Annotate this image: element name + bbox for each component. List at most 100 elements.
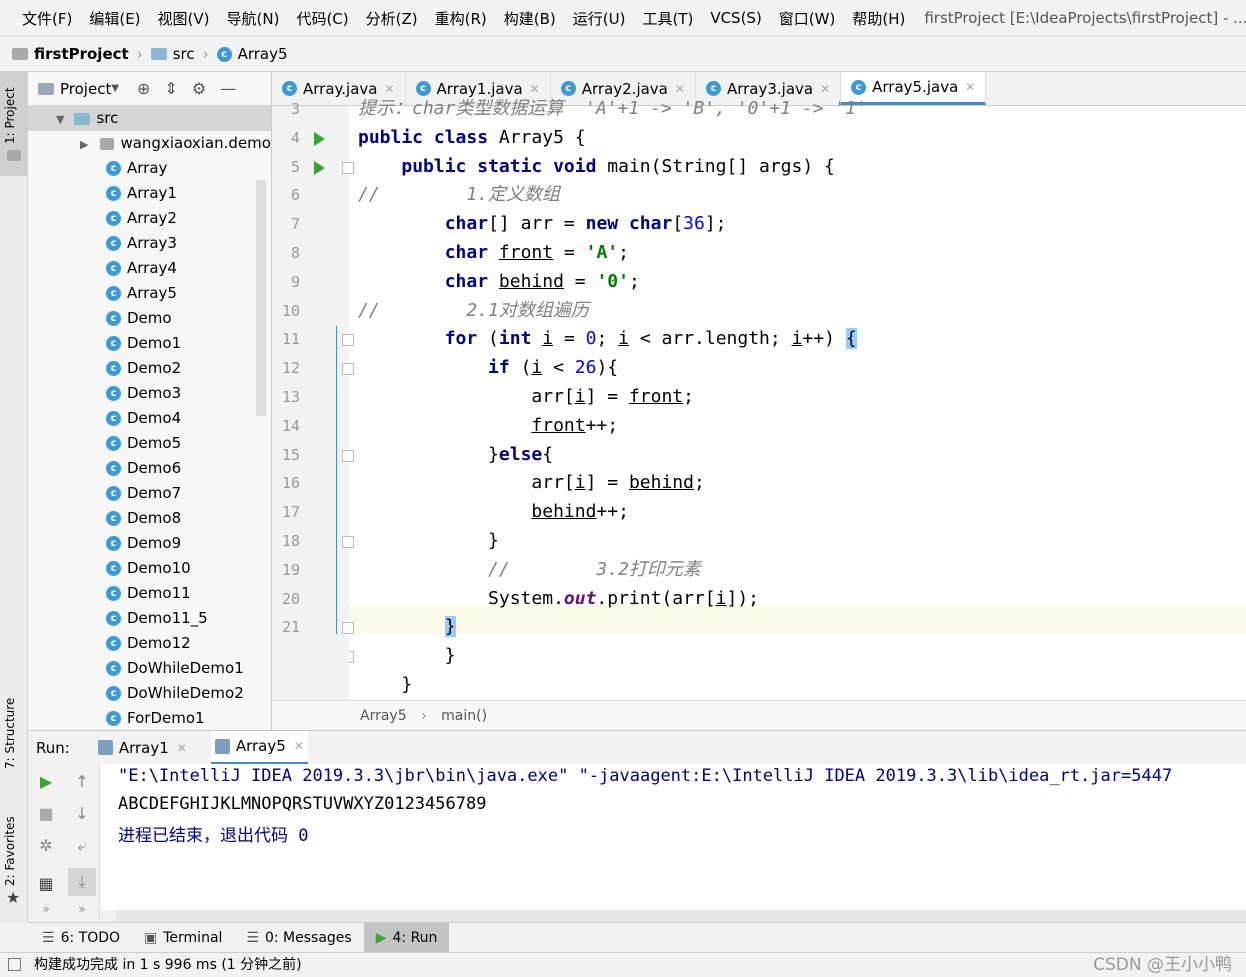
tool-messages[interactable]: ☰ 0: Messages [234,923,363,953]
code-line[interactable]: char behind = '0'; [358,267,640,296]
tree-file-item[interactable]: c Demo4 [28,406,271,431]
breadcrumb-class[interactable]: Array5 [360,708,407,724]
gear-icon[interactable]: ⚙ [192,79,206,98]
menu-refactor[interactable]: 重构(R) [435,8,487,29]
tree-file-item[interactable]: c DoWhileDemo1 [28,656,271,681]
tree-file-item[interactable]: c Demo6 [28,456,271,481]
code-line[interactable]: } [358,526,499,555]
fold-marker-icon[interactable] [342,161,354,174]
menu-window[interactable]: 窗口(W) [779,8,836,29]
tree-file-item[interactable]: c Demo3 [28,381,271,406]
run-gutter-icon[interactable] [314,131,325,146]
code-line[interactable]: arr[i] = behind; [358,468,704,497]
chevron-down-icon[interactable]: ▼ [111,83,119,94]
tree-file-item[interactable]: c Demo12 [28,631,271,656]
more-icon[interactable]: » [72,902,92,922]
close-icon[interactable]: ✕ [177,741,187,755]
tree-file-item[interactable]: c Demo8 [28,506,271,531]
code-line[interactable]: } [358,670,412,699]
code-line[interactable]: char front = 'A'; [358,238,629,267]
tree-file-item[interactable]: c Demo [28,306,271,331]
tool-tab-favorites[interactable]: 2: Favorites [3,814,25,888]
tool-tab-structure[interactable]: 7: Structure [3,694,25,772]
scroll-to-end-icon[interactable]: ⤓ [68,868,96,896]
tree-package[interactable]: ▶ wangxiaoxian.demo [28,131,271,156]
locate-icon[interactable]: ⊕ [137,79,150,98]
stop-icon[interactable]: ■ [36,804,56,824]
menu-help[interactable]: 帮助(H) [852,8,905,29]
nav-project[interactable]: firstProject [34,45,129,63]
tree-file-item[interactable]: c Demo1 [28,331,271,356]
fold-marker-icon[interactable] [342,449,354,462]
arrow-down-icon[interactable]: ↓ [72,804,92,824]
run-tab-array5[interactable]: Array5 [236,737,286,755]
code-line[interactable]: public static void main(String[] args) { [358,152,835,181]
close-icon[interactable]: ✕ [965,80,975,94]
tree-root-src[interactable]: ▼ src [28,106,271,131]
tree-file-item[interactable]: c DoWhileDemo2 [28,681,271,706]
fold-marker-icon[interactable] [342,334,354,347]
tree-file-item[interactable]: c Array [28,156,271,181]
layout-icon[interactable]: ▦ [36,874,56,894]
tree-file-item[interactable]: c Demo2 [28,356,271,381]
code-line[interactable]: }else{ [358,440,553,469]
tree-file-item[interactable]: c Demo5 [28,431,271,456]
arrow-up-icon[interactable]: ↑ [72,772,92,792]
tree-file-item[interactable]: c Demo11 [28,581,271,606]
tree-file-item[interactable]: c Demo11_5 [28,606,271,631]
code-line[interactable]: System.out.print(arr[i]); [358,584,759,613]
tree-file-item[interactable]: c Demo9 [28,531,271,556]
menu-build[interactable]: 构建(B) [504,8,556,29]
code-line[interactable]: } [358,641,456,670]
menu-run[interactable]: 运行(U) [573,8,626,29]
code-line[interactable]: // 3.2打印元素 [358,555,701,584]
fold-marker-icon[interactable] [342,536,354,548]
code-line[interactable]: 提示：char类型数据运算 'A'+1 -> 'B', '0'+1 -> '1' [358,94,867,123]
menu-navigate[interactable]: 导航(N) [227,8,280,29]
code-line[interactable]: } [358,612,456,641]
console-scrollbar[interactable] [116,910,1246,922]
menu-file[interactable]: 文件(F) [22,8,72,29]
menu-vcs[interactable]: VCS(S) [710,9,761,27]
tree-file-item[interactable]: c Array4 [28,256,271,281]
menu-view[interactable]: 视图(V) [158,8,210,29]
minimize-icon[interactable]: — [220,79,236,98]
code-line[interactable]: // 2.1对数组遍历 [358,296,589,325]
code-line[interactable]: // 1.定义数组 [358,180,560,209]
collapse-all-icon[interactable]: ⇕ [164,79,177,98]
menu-edit[interactable]: 编辑(E) [89,8,140,29]
fold-marker-icon[interactable] [342,363,354,376]
tree-file-item[interactable]: c Array1 [28,181,271,206]
scrollbar-thumb[interactable] [256,180,266,416]
project-view-selector[interactable]: Project [60,80,111,98]
menu-analyze[interactable]: 分析(Z) [366,8,418,29]
code-line[interactable]: front++; [358,411,618,440]
console-output[interactable]: "E:\IntelliJ IDEA 2019.3.3\jbr\bin\java.… [100,764,1246,910]
nav-file[interactable]: Array5 [238,45,288,63]
toggle-tool-windows-icon[interactable] [8,958,21,971]
menu-tools[interactable]: 工具(T) [642,8,693,29]
tree-file-item[interactable]: c ForDemo1 [28,706,271,730]
rerun-icon[interactable]: ▶ [36,772,56,792]
breadcrumb-method[interactable]: main() [441,708,487,724]
nav-folder[interactable]: src [173,45,195,63]
code-line[interactable]: public class Array5 { [358,123,586,152]
tree-file-item[interactable]: c Array2 [28,206,271,231]
close-icon[interactable]: ✕ [294,739,304,753]
chevron-right-icon[interactable]: ▶ [80,138,88,151]
run-gutter-icon[interactable] [314,160,325,175]
tool-run[interactable]: ▶ 4: Run [363,922,450,953]
tool-todo[interactable]: ☰ 6: TODO [30,923,132,953]
menu-code[interactable]: 代码(C) [296,8,348,29]
code-line[interactable]: char[] arr = new char[36]; [358,209,727,238]
tree-file-item[interactable]: c Demo7 [28,481,271,506]
run-tab-array1[interactable]: Array1 [119,739,169,757]
debug-settings-icon[interactable]: ✲ [36,836,56,856]
soft-wrap-icon[interactable]: ⤶ [72,836,92,856]
code-line[interactable]: if (i < 26){ [358,353,618,382]
chevron-down-icon[interactable]: ▼ [56,113,64,126]
tool-tab-project[interactable]: 1: Project [3,80,25,152]
tree-file-item[interactable]: c Array5 [28,281,271,306]
code-area[interactable]: 提示：char类型数据运算 'A'+1 -> 'B', '0'+1 -> '1'… [358,98,1246,700]
fold-marker-icon[interactable] [342,622,354,635]
